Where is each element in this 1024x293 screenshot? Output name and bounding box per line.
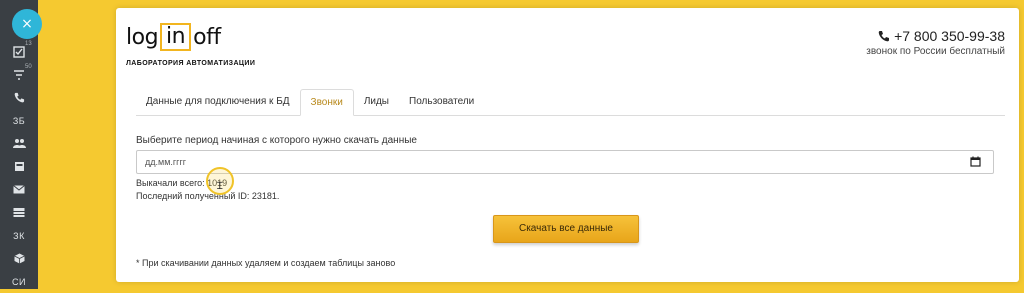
calendar-icon[interactable] xyxy=(970,156,981,167)
period-label: Выберите период начиная с которого нужно… xyxy=(136,135,417,146)
sidebar-item-label: ЗБ xyxy=(12,115,26,126)
sidebar-item-tasks[interactable]: 13 xyxy=(0,40,38,63)
stack-icon xyxy=(13,208,25,217)
tasks-count: 13 xyxy=(25,41,32,47)
filter-icon xyxy=(14,69,24,80)
sidebar-item-calls[interactable] xyxy=(0,86,38,109)
logo-part: off xyxy=(193,24,221,50)
users-icon xyxy=(12,139,26,148)
contact-block: +7 800 350-99-38 звонок по России беспла… xyxy=(866,28,1005,57)
sidebar-item-label: СИ xyxy=(12,276,26,287)
phone-number[interactable]: +7 800 350-99-38 xyxy=(866,28,1005,44)
tab-bar: Данные для подключения к БД Звонки Лиды … xyxy=(136,89,1005,116)
phone-icon xyxy=(14,92,24,103)
tab-users[interactable]: Пользователи xyxy=(399,89,484,115)
checklist-icon xyxy=(13,45,25,58)
filter-count: 50 xyxy=(25,64,32,70)
sidebar-item-si[interactable]: СИ xyxy=(0,270,38,293)
sidebar-item-filter[interactable]: 50 xyxy=(0,63,38,86)
sidebar-item-box[interactable] xyxy=(0,247,38,270)
tab-db-connection[interactable]: Данные для подключения к БД xyxy=(136,89,300,115)
footnote: * При скачивании данных удаляем и создае… xyxy=(136,258,396,268)
tab-calls[interactable]: Звонки xyxy=(299,89,354,116)
tab-leads[interactable]: Лиды xyxy=(354,89,399,115)
box-icon xyxy=(13,253,25,264)
sidebar-item-zb[interactable]: ЗБ xyxy=(0,109,38,132)
phone-icon xyxy=(878,31,890,42)
sidebar-item-users[interactable] xyxy=(0,132,38,155)
logo-part-boxed: in xyxy=(160,23,192,51)
sidebar-item-label: ЗК xyxy=(13,230,25,241)
mail-icon xyxy=(13,185,25,194)
date-input[interactable]: дд.мм.гггг xyxy=(136,150,994,174)
sidebar-item-cards[interactable] xyxy=(0,155,38,178)
sidebar-menu: 13 50 ЗБ ЗК СИ xyxy=(0,40,38,293)
sidebar-item-stack[interactable] xyxy=(0,201,38,224)
close-button[interactable]: × xyxy=(12,9,42,39)
sidebar-item-mail[interactable] xyxy=(0,178,38,201)
last-received-id: Последний полученный ID: 23181. xyxy=(136,191,280,201)
left-sidebar: × 13 50 ЗБ ЗК СИ xyxy=(0,0,42,289)
logo: log in off ЛАБОРАТОРИЯ АВТОМАТИЗАЦИИ xyxy=(126,22,266,72)
sidebar-item-zk[interactable]: ЗК xyxy=(0,224,38,247)
main-panel: log in off ЛАБОРАТОРИЯ АВТОМАТИЗАЦИИ +7 … xyxy=(116,8,1019,282)
card-icon xyxy=(14,162,24,171)
date-placeholder: дд.мм.гггг xyxy=(145,157,187,167)
phone-note: звонок по России бесплатный xyxy=(866,46,1005,57)
logo-wordmark: log in off xyxy=(126,22,221,52)
download-all-button[interactable]: Скачать все данные xyxy=(493,215,639,243)
logo-subtitle: ЛАБОРАТОРИЯ АВТОМАТИЗАЦИИ xyxy=(126,60,256,67)
logo-part: log xyxy=(126,24,159,50)
phone-text: +7 800 350-99-38 xyxy=(894,28,1005,44)
text-cursor-icon: Ɪ xyxy=(217,181,223,192)
